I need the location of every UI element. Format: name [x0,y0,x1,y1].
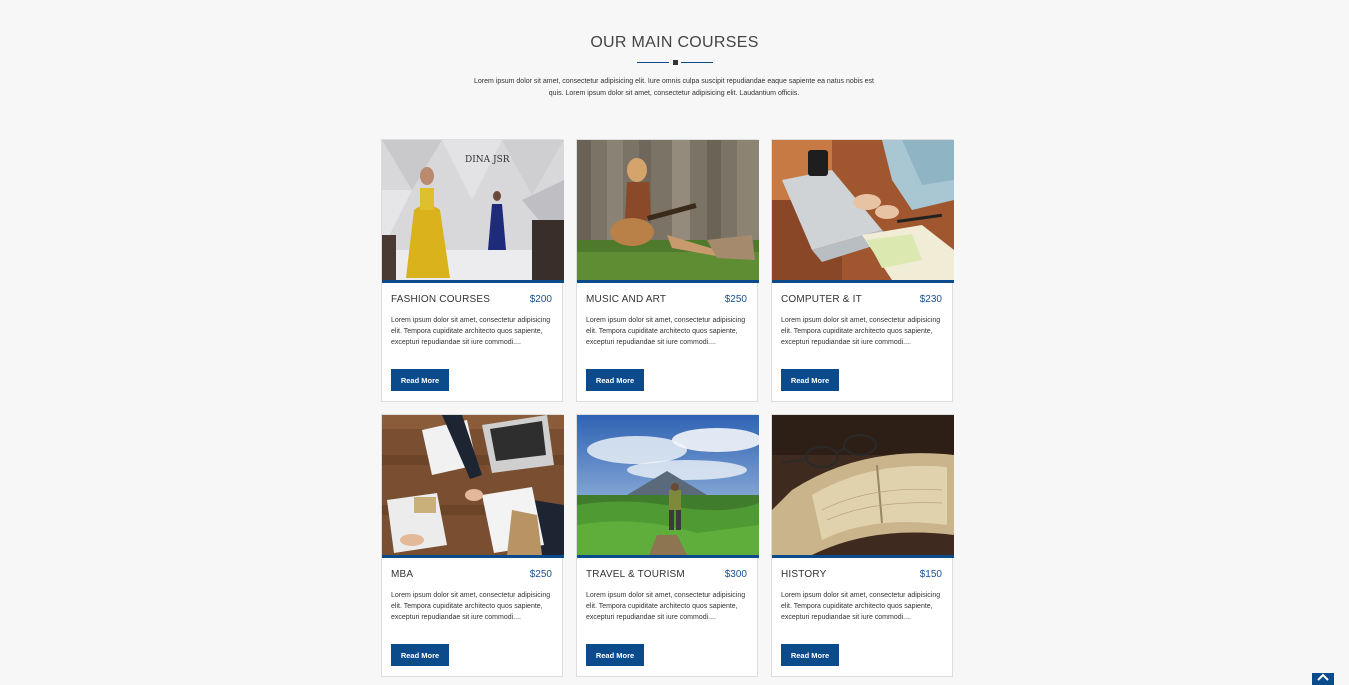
fashion-runway-photo: DINA JSR [382,140,564,280]
read-more-button[interactable]: Read More [391,369,449,391]
course-card: HISTORY $150 Lorem ipsum dolor sit amet,… [771,414,954,677]
course-name: MBA [391,569,414,580]
course-name: TRAVEL & TOURISM [586,569,685,580]
read-more-button[interactable]: Read More [781,644,839,666]
section-intro: Lorem ipsum dolor sit amet, consectetur … [474,78,875,97]
course-name: FASHION COURSES [391,294,491,305]
course-price: $250 [724,294,747,305]
mountain-hiker-photo [577,415,759,555]
course-price: $200 [529,294,552,305]
course-card: DINA JSR FASHION COURSES $200 Lorem ipsu… [381,139,564,402]
title-divider [637,60,713,65]
read-more-button[interactable]: Read More [391,644,449,666]
course-card: MBA $250 Lorem ipsum dolor sit amet, con… [381,414,564,677]
course-description: Lorem ipsum dolor sit amet, consectetur … [586,592,746,621]
card-accent-bar [577,280,759,283]
course-price: $300 [724,569,747,580]
course-name: HISTORY [781,569,827,580]
card-accent-bar [577,555,759,558]
card-accent-bar [382,555,564,558]
course-description: Lorem ipsum dolor sit amet, consectetur … [391,317,551,346]
read-more-button[interactable]: Read More [586,369,644,391]
svg-text:DINA JSR: DINA JSR [465,155,510,165]
read-more-button[interactable]: Read More [781,369,839,391]
course-name: COMPUTER & IT [781,294,862,305]
course-card: COMPUTER & IT $230 Lorem ipsum dolor sit… [771,139,954,402]
course-description: Lorem ipsum dolor sit amet, consectetur … [781,592,941,621]
course-name: MUSIC AND ART [586,294,667,305]
card-accent-bar [772,280,954,283]
card-accent-bar [772,555,954,558]
business-handshake-photo [382,415,564,555]
course-price: $250 [529,569,552,580]
course-card: TRAVEL & TOURISM $300 Lorem ipsum dolor … [576,414,759,677]
guitar-player-photo [577,140,759,280]
section-title: OUR MAIN COURSES [590,34,759,51]
course-description: Lorem ipsum dolor sit amet, consectetur … [586,317,746,346]
card-accent-bar [382,280,564,283]
laptop-typing-photo [772,140,954,280]
old-book-glasses-photo [772,415,954,555]
course-price: $230 [919,294,942,305]
course-description: Lorem ipsum dolor sit amet, consectetur … [781,317,941,346]
chevron-up-icon [1317,673,1329,681]
course-card: MUSIC AND ART $250 Lorem ipsum dolor sit… [576,139,759,402]
course-description: Lorem ipsum dolor sit amet, consectetur … [391,592,551,621]
course-price: $150 [919,569,942,580]
read-more-button[interactable]: Read More [586,644,644,666]
scroll-to-top-button[interactable] [1312,673,1334,685]
